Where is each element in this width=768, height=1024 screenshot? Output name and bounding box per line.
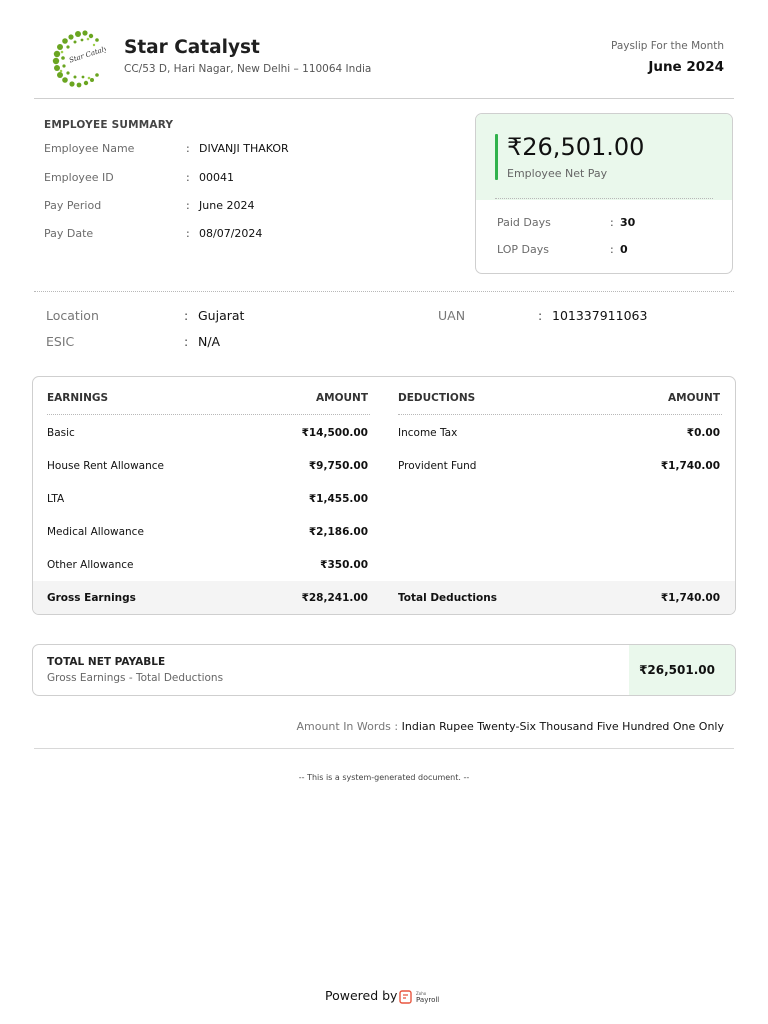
earning-label: Basic [47, 427, 75, 439]
zoho-payroll-logo[interactable]: Zoho Payroll [399, 988, 445, 1006]
deduction-label: Income Tax [398, 427, 458, 439]
amount-in-words-value: Indian Rupee Twenty-Six Thousand Five Hu… [401, 720, 724, 733]
earnings-deductions-table: EARNINGS AMOUNT DEDUCTIONS AMOUNT Basic … [32, 376, 736, 615]
esic-label: ESIC [46, 334, 75, 349]
net-pay-card: ₹26,501.00 Employee Net Pay Paid Days : … [475, 113, 733, 274]
employee-id-label: Employee ID [44, 171, 114, 184]
gross-earnings-amount: ₹28,241.00 [301, 592, 368, 604]
earning-label: Medical Allowance [47, 526, 144, 538]
employee-name-value: DIVANJI THAKOR [199, 142, 289, 155]
earning-label: LTA [47, 493, 65, 505]
uan-value: 101337911063 [552, 308, 648, 323]
location-value: Gujarat [198, 308, 245, 323]
footer-divider [34, 748, 734, 749]
separator: : [184, 308, 189, 323]
earning-amount: ₹1,455.00 [308, 493, 368, 505]
earning-amount: ₹350.00 [320, 559, 368, 571]
total-deductions-label: Total Deductions [398, 592, 497, 604]
earnings-header-divider [47, 414, 370, 415]
total-net-payable-title: TOTAL NET PAYABLE [47, 656, 166, 668]
paid-days-value: 30 [620, 216, 636, 229]
separator: : [186, 227, 190, 240]
pay-date-row: Pay Date : 08/07/2024 [44, 227, 444, 243]
powered-by-text: Powered by [325, 988, 398, 1003]
system-generated-note: -- This is a system-generated document. … [298, 773, 470, 782]
deductions-amount-header: AMOUNT [668, 392, 720, 404]
svg-text:Star Catalyst: Star Catalyst [68, 43, 106, 65]
total-net-payable-amount: ₹26,501.00 [639, 663, 715, 677]
deduction-label: Provident Fund [398, 460, 477, 472]
paid-days-label: Paid Days [497, 216, 551, 229]
amount-in-words-label: Amount In Words : [296, 720, 399, 733]
total-net-payable-box: TOTAL NET PAYABLE Gross Earnings - Total… [32, 644, 736, 696]
employee-summary-title: EMPLOYEE SUMMARY [44, 119, 174, 131]
net-pay-label: Employee Net Pay [507, 167, 608, 180]
separator: : [538, 308, 543, 323]
pay-date-label: Pay Date [44, 227, 94, 240]
separator: : [184, 334, 189, 349]
lop-days-value: 0 [620, 243, 628, 256]
esic-value: N/A [198, 334, 221, 349]
earnings-amount-header: AMOUNT [316, 392, 368, 404]
payslip-month: June 2024 [648, 59, 724, 75]
employee-name-label: Employee Name [44, 142, 135, 155]
pay-period-row: Pay Period : June 2024 [44, 199, 444, 215]
deductions-header: DEDUCTIONS [398, 392, 476, 404]
location-label: Location [46, 308, 99, 323]
earning-amount: ₹9,750.00 [308, 460, 368, 472]
deduction-amount: ₹1,740.00 [660, 460, 720, 472]
earning-label: House Rent Allowance [47, 460, 164, 472]
earning-amount: ₹2,186.00 [308, 526, 368, 538]
uan-row: UAN : 101337911063 [438, 308, 738, 326]
header-divider [34, 98, 734, 99]
separator: : [186, 171, 190, 184]
separator: : [186, 142, 190, 155]
net-pay-accent-bar [495, 134, 498, 180]
net-pay-divider [495, 198, 713, 199]
employee-name-row: Employee Name : DIVANJI THAKOR [44, 142, 444, 158]
employee-id-value: 00041 [199, 171, 234, 184]
pay-period-value: June 2024 [199, 199, 255, 212]
deduction-amount: ₹0.00 [686, 427, 720, 439]
earning-amount: ₹14,500.00 [301, 427, 368, 439]
separator: : [610, 243, 614, 256]
amount-in-words: Amount In Words : Indian Rupee Twenty-Si… [296, 720, 724, 733]
earnings-header: EARNINGS [47, 392, 109, 404]
company-logo: Star Catalyst [52, 30, 106, 88]
deductions-header-divider [398, 414, 722, 415]
uan-label: UAN [438, 308, 466, 323]
net-pay-amount: ₹26,501.00 [507, 133, 645, 161]
employee-id-row: Employee ID : 00041 [44, 171, 444, 187]
svg-text:Payroll: Payroll [416, 996, 439, 1004]
company-name: Star Catalyst [124, 37, 260, 58]
total-net-payable-subtitle: Gross Earnings - Total Deductions [47, 672, 224, 684]
gross-earnings-label: Gross Earnings [47, 592, 136, 604]
location-row: Location : Gujarat [46, 308, 346, 326]
separator: : [610, 216, 614, 229]
esic-row: ESIC : N/A [46, 334, 346, 352]
section-divider [34, 291, 734, 292]
pay-period-label: Pay Period [44, 199, 102, 212]
separator: : [186, 199, 190, 212]
pay-date-value: 08/07/2024 [199, 227, 263, 240]
total-deductions-amount: ₹1,740.00 [660, 592, 720, 604]
lop-days-label: LOP Days [497, 243, 549, 256]
totals-row-background [33, 581, 735, 614]
earning-label: Other Allowance [47, 559, 134, 571]
payslip-month-label: Payslip For the Month [610, 40, 724, 52]
company-address: CC/53 D, Hari Nagar, New Delhi – 110064 … [124, 63, 372, 75]
